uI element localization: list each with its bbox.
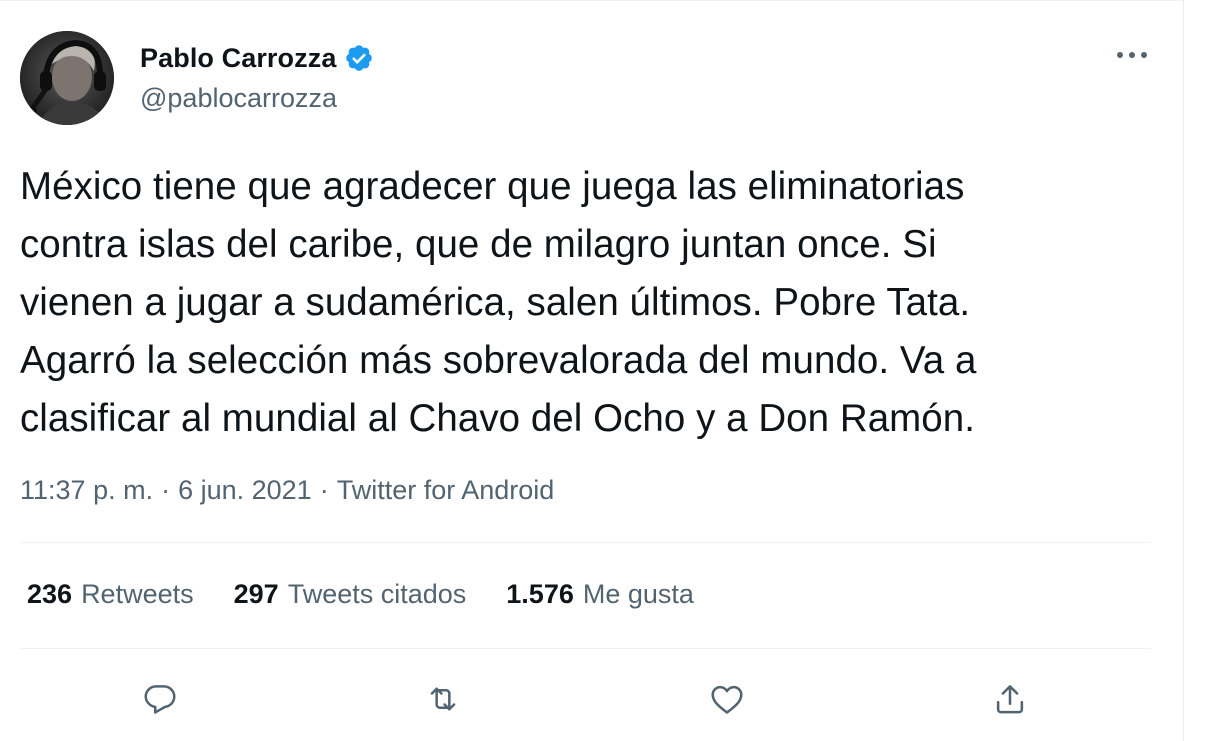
more-options-button[interactable] (1112, 39, 1152, 71)
likes-label: Me gusta (582, 579, 694, 609)
quote-tweets-label: Tweets citados (287, 579, 467, 609)
more-dots-icon (1117, 52, 1147, 58)
meta-separator: · (319, 475, 329, 505)
meta-separator: · (161, 475, 171, 505)
author-name-row: Pablo Carrozza (140, 41, 374, 75)
tweet-card: Pablo Carrozza @pablocarrozza México tie… (0, 0, 1184, 741)
divider (20, 648, 1151, 649)
share-button[interactable] (988, 677, 1032, 721)
reply-icon (144, 685, 176, 714)
like-button[interactable] (705, 677, 749, 721)
retweet-button[interactable] (421, 677, 465, 721)
verified-badge-icon (346, 45, 373, 71)
tweet-metadata: 11:37 p. m. · 6 jun. 2021 · Twitter for … (20, 475, 554, 506)
like-icon (711, 685, 743, 714)
likes-count: 1.576 (506, 579, 574, 609)
tweet-time[interactable]: 11:37 p. m. (20, 475, 153, 506)
retweet-icon (430, 687, 456, 711)
retweets-stat[interactable]: 236 Retweets (27, 579, 194, 610)
divider (20, 542, 1151, 543)
reply-button[interactable] (138, 677, 182, 721)
quote-tweets-count: 297 (233, 579, 279, 609)
share-icon (996, 685, 1024, 714)
page-edge (1184, 0, 1215, 741)
author-avatar[interactable] (20, 31, 114, 125)
retweets-count: 236 (27, 579, 73, 609)
avatar-photo (20, 31, 114, 125)
author-name[interactable]: Pablo Carrozza (140, 43, 336, 74)
tweet-date[interactable]: 6 jun. 2021 (178, 475, 312, 506)
engagement-stats: 236 Retweets 297 Tweets citados 1.576 Me… (27, 579, 694, 610)
quote-tweets-stat[interactable]: 297 Tweets citados (234, 579, 467, 610)
retweets-label: Retweets (81, 579, 194, 609)
tweet-source[interactable]: Twitter for Android (337, 475, 555, 506)
likes-stat[interactable]: 1.576 Me gusta (506, 579, 694, 610)
author-handle[interactable]: @pablocarrozza (140, 83, 337, 114)
tweet-text: México tiene que agradecer que juega las… (20, 165, 977, 440)
